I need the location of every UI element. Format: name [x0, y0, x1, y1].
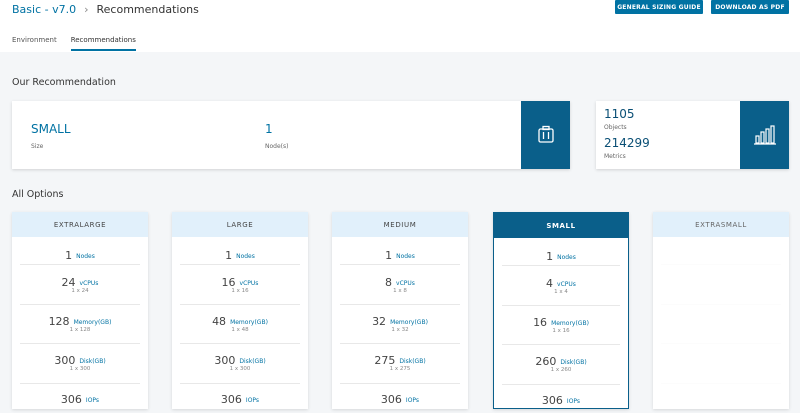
- iops-unit: IOPs: [85, 397, 100, 404]
- nodes-unit: Nodes: [557, 254, 576, 261]
- objects-value: 1105: [604, 107, 635, 121]
- nodes-row: 1 Nodes: [20, 237, 140, 265]
- memory-detail: 1 x 48: [231, 327, 249, 333]
- memory-row: 16 Memory(GB) 1 x 16: [502, 306, 620, 345]
- option-card-extrasmall[interactable]: EXTRASMALL: [653, 212, 789, 409]
- nodes-value: 1: [546, 250, 554, 263]
- disk-row: 260 Disk(GB) 1 x 260: [502, 345, 620, 385]
- vcpus-unit: vCPUs: [239, 280, 259, 287]
- recommended-nodes-value: 1: [265, 122, 273, 136]
- option-card-extralarge[interactable]: EXTRALARGE 1 Nodes 24 vCPUs 1 x 24 128 Memo…: [12, 212, 148, 409]
- recommendation-card: SMALL Size 1 Node(s): [12, 101, 570, 169]
- recommended-nodes-label: Node(s): [265, 143, 289, 150]
- disk-row: 300 Disk(GB) 1 x 300: [180, 344, 300, 384]
- vcpus-row: 24 vCPUs 1 x 24: [20, 265, 140, 305]
- download-pdf-button[interactable]: DOWNLOAD AS PDF: [711, 0, 789, 14]
- vcpus-row: 8 vCPUs 1 x 8: [340, 265, 460, 305]
- memory-row: 128 Memory(GB) 1 x 128: [20, 305, 140, 344]
- vcpus-unit: vCPUs: [557, 281, 576, 288]
- vcpus-unit: vCPUs: [79, 280, 99, 287]
- iops-row: 306 IOPs: [502, 385, 620, 408]
- all-options-title: All Options: [12, 189, 64, 200]
- vcpus-row: 4 vCPUs 1 x 4: [502, 266, 620, 306]
- disk-detail: 1 x 260: [550, 367, 572, 373]
- option-card-title: SMALL: [494, 213, 628, 238]
- metrics-value: 214299: [604, 136, 650, 150]
- option-card-title: EXTRALARGE: [12, 212, 148, 237]
- nodes-value: 1: [65, 249, 73, 262]
- iops-unit: IOPs: [245, 397, 260, 404]
- disk-unit: Disk(GB): [399, 358, 426, 365]
- memory-detail: 1 x 128: [69, 327, 91, 333]
- memory-unit: Memory(GB): [551, 320, 589, 327]
- disk-row: 275 Disk(GB) 1 x 275: [340, 344, 460, 384]
- disk-row: [661, 344, 781, 384]
- nodes-unit: Nodes: [236, 253, 255, 260]
- metrics-label: Metrics: [604, 153, 626, 160]
- iops-value: 306: [60, 393, 82, 406]
- memory-unit: Memory(GB): [230, 319, 268, 326]
- option-card-title: EXTRASMALL: [653, 212, 789, 237]
- option-card-small[interactable]: SMALL 1 Nodes 4 vCPUs 1 x 4 16 Memory(GB) 1…: [493, 212, 629, 409]
- option-card-title: LARGE: [172, 212, 308, 237]
- option-card-title: MEDIUM: [332, 212, 468, 237]
- memory-unit: Memory(GB): [73, 319, 112, 326]
- disk-detail: 1 x 300: [229, 366, 251, 372]
- page-title: Recommendations: [96, 3, 199, 16]
- disk-unit: Disk(GB): [560, 359, 587, 366]
- option-card-large[interactable]: LARGE 1 Nodes 16 vCPUs 1 x 16 48 Memory(GB)…: [172, 212, 308, 409]
- iops-row: 306 IOPs: [340, 384, 460, 409]
- breadcrumb-root-link[interactable]: Basic - v7.0: [12, 3, 76, 16]
- disk-detail: 1 x 275: [389, 366, 411, 372]
- bar-chart-icon: [740, 101, 789, 169]
- vcpus-detail: 1 x 4: [554, 289, 568, 295]
- cluster-icon: [521, 101, 570, 169]
- iops-value: 306: [220, 393, 242, 406]
- memory-row: 32 Memory(GB) 1 x 32: [340, 305, 460, 344]
- iops-row: 306 IOPs: [20, 384, 140, 409]
- chevron-right-icon: ›: [84, 3, 89, 16]
- nodes-unit: Nodes: [396, 253, 415, 260]
- vcpus-row: [661, 265, 781, 305]
- page-header: Basic - v7.0 › Recommendations GENERAL SIZ…: [0, 0, 800, 52]
- vcpus-detail: 1 x 24: [71, 288, 89, 294]
- iops-row: [661, 384, 781, 409]
- nodes-row: 1 Nodes: [180, 237, 300, 265]
- disk-unit: Disk(GB): [79, 358, 106, 365]
- disk-row: 300 Disk(GB) 1 x 300: [20, 344, 140, 384]
- nodes-row: 1 Nodes: [502, 238, 620, 266]
- vcpus-detail: 1 x 16: [231, 288, 249, 294]
- nodes-unit: Nodes: [76, 253, 95, 260]
- disk-detail: 1 x 300: [69, 366, 91, 372]
- option-card-medium[interactable]: MEDIUM 1 Nodes 8 vCPUs 1 x 8 32 Memory(GB) …: [332, 212, 468, 409]
- objects-label: Objects: [604, 124, 627, 131]
- iops-row: 306 IOPs: [180, 384, 300, 409]
- tab-environment[interactable]: Environment: [12, 36, 57, 51]
- memory-row: 48 Memory(GB) 1 x 48: [180, 305, 300, 344]
- our-recommendation-title: Our Recommendation: [12, 77, 116, 88]
- tab-bar: Environment Recommendations: [12, 36, 136, 51]
- recommended-size-value: SMALL: [31, 122, 71, 136]
- nodes-row: [661, 237, 781, 265]
- nodes-value: 1: [385, 249, 393, 262]
- tab-recommendations[interactable]: Recommendations: [70, 36, 136, 51]
- iops-unit: IOPs: [566, 398, 581, 405]
- recommended-size-label: Size: [31, 143, 44, 150]
- nodes-row: 1 Nodes: [340, 237, 460, 265]
- nodes-value: 1: [225, 249, 233, 262]
- iops-value: 306: [380, 393, 402, 406]
- disk-unit: Disk(GB): [239, 358, 266, 365]
- iops-value: 306: [541, 394, 563, 407]
- vcpus-detail: 1 x 8: [393, 288, 407, 294]
- vcpus-unit: vCPUs: [396, 280, 415, 287]
- memory-unit: Memory(GB): [390, 319, 428, 326]
- general-sizing-guide-button[interactable]: GENERAL SIZING GUIDE: [615, 0, 703, 14]
- stats-card: 1105 Objects 214299 Metrics: [596, 101, 789, 169]
- iops-unit: IOPs: [405, 397, 420, 404]
- vcpus-row: 16 vCPUs 1 x 16: [180, 265, 300, 305]
- breadcrumb: Basic - v7.0 › Recommendations: [12, 3, 199, 16]
- memory-row: [661, 305, 781, 344]
- memory-detail: 1 x 32: [391, 327, 409, 333]
- memory-detail: 1 x 16: [552, 328, 570, 334]
